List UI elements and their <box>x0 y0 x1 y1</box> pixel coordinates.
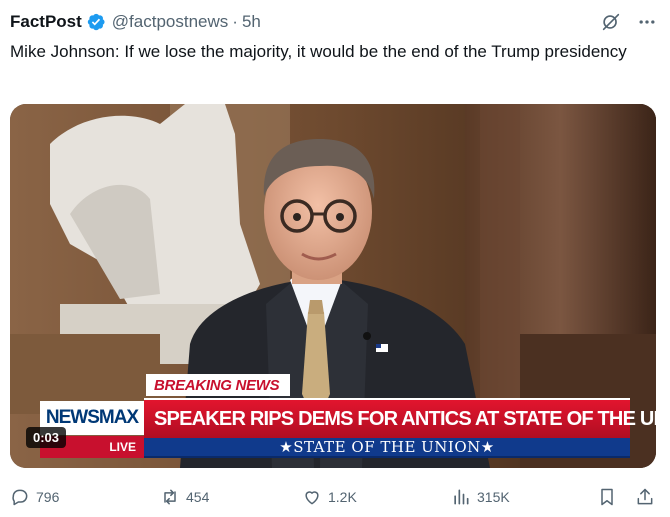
verified-badge-icon <box>86 12 106 32</box>
video-timer: 0:03 <box>26 427 67 448</box>
post-text: Mike Johnson: If we lose the majority, i… <box>10 42 627 61</box>
reply-button[interactable]: 796 <box>10 486 59 508</box>
views-button[interactable]: 315K <box>451 486 510 508</box>
bookmark-button[interactable] <box>597 486 617 508</box>
post-header: FactPost @factpostnews · 5h <box>10 11 660 33</box>
bookmark-icon <box>601 488 613 506</box>
news-headline-banner: SPEAKER RIPS DEMS FOR ANTICS AT STATE OF… <box>144 398 656 438</box>
reply-icon <box>12 489 28 506</box>
news-subbanner: ★STATE OF THE UNION★ <box>144 438 630 458</box>
live-label: LIVE <box>109 440 136 454</box>
more-icon[interactable] <box>636 11 658 33</box>
post-timestamp[interactable]: 5h <box>242 12 261 32</box>
news-headline-text: SPEAKER RIPS DEMS FOR ANTICS AT STATE OF… <box>154 407 656 430</box>
like-count: 1.2K <box>328 489 357 505</box>
share-icon <box>637 488 653 505</box>
news-lower-third: BREAKING NEWS NEWSMAX SPEAKER RIPS DEMS … <box>10 374 656 468</box>
news-subbanner-text: ★STATE OF THE UNION★ <box>279 438 495 456</box>
repost-icon <box>164 489 176 505</box>
reply-count: 796 <box>36 489 60 505</box>
post-card[interactable]: FactPost @factpostnews · 5h Mike Johnson… <box>0 0 670 517</box>
repost-button[interactable]: 454 <box>160 486 209 508</box>
like-button[interactable]: 1.2K <box>302 486 357 508</box>
network-logo-text: NEWSMAX <box>45 407 139 428</box>
views-count: 315K <box>477 489 510 505</box>
breaking-news-tag: BREAKING NEWS <box>146 374 290 396</box>
views-icon <box>454 489 469 505</box>
post-actions: 796 454 1.2K 315K <box>10 486 660 508</box>
separator-dot: · <box>232 12 238 31</box>
share-button[interactable] <box>635 486 655 508</box>
video-player[interactable]: BREAKING NEWS NEWSMAX SPEAKER RIPS DEMS … <box>10 104 656 468</box>
header-actions <box>600 11 658 33</box>
author-handle[interactable]: @factpostnews <box>112 12 228 32</box>
author-display-name[interactable]: FactPost <box>10 12 82 32</box>
video-timer-text: 0:03 <box>33 430 60 445</box>
like-icon <box>305 491 319 505</box>
repost-count: 454 <box>186 489 210 505</box>
breaking-news-label: BREAKING NEWS <box>154 376 280 394</box>
grok-icon[interactable] <box>600 11 622 33</box>
